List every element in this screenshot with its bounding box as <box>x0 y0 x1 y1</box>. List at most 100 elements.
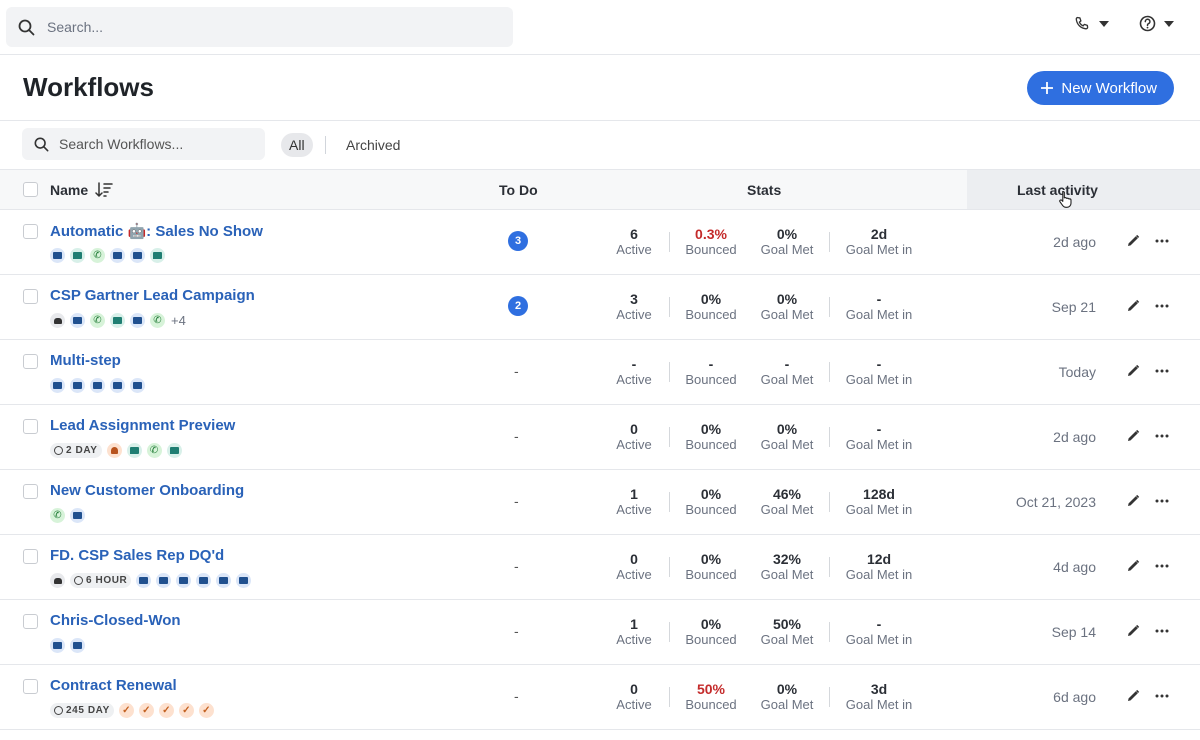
step-icons: 6 HOUR <box>50 573 252 588</box>
stat-goal-met-label: Goal Met <box>760 567 814 582</box>
row-checkbox[interactable] <box>23 614 38 629</box>
stat-goal-met-in: - Goal Met in <box>834 616 924 647</box>
divider <box>829 232 830 252</box>
sms-step-icon <box>126 443 142 458</box>
stat-goal-met-in-label: Goal Met in <box>845 372 913 387</box>
stat-goal-met-value: 0% <box>776 421 798 437</box>
workflow-name-link[interactable]: Lead Assignment Preview <box>50 417 235 434</box>
more-options-icon[interactable] <box>1154 624 1170 638</box>
page-header: Workflows New Workflow <box>0 55 1200 121</box>
workflow-search[interactable] <box>22 128 265 160</box>
clock-icon <box>74 576 83 585</box>
table-row[interactable]: Automatic 🤖: Sales No Show ✆ 3 6 Active 0… <box>0 210 1200 275</box>
select-all-checkbox[interactable] <box>23 182 38 197</box>
new-workflow-button[interactable]: New Workflow <box>1027 71 1174 105</box>
divider <box>829 622 830 642</box>
stat-goal-met-in-value: 2d <box>870 226 888 242</box>
stat-goal-met-in-label: Goal Met in <box>845 632 913 647</box>
more-options-icon[interactable] <box>1154 299 1170 313</box>
stat-goal-met-in-value: 128d <box>863 486 895 502</box>
top-bar <box>0 0 1200 55</box>
global-search-input[interactable] <box>47 19 447 35</box>
stat-goal-met-in: 3d Goal Met in <box>834 681 924 712</box>
sms-step-icon <box>110 313 125 328</box>
edit-icon[interactable] <box>1126 234 1140 248</box>
search-icon <box>18 19 35 35</box>
row-checkbox[interactable] <box>23 354 38 369</box>
task-step-icon: ✓ <box>178 703 194 718</box>
stat-goal-met-in-value: - <box>876 291 882 307</box>
stat-goal-met-label: Goal Met <box>760 502 814 517</box>
more-options-icon[interactable] <box>1154 364 1170 378</box>
stat-goal-met-in-label: Goal Met in <box>845 502 913 517</box>
task-step-icon: ✓ <box>118 703 134 718</box>
stat-goal-met-in: - Goal Met in <box>834 291 924 322</box>
filter-bar: All Archived <box>0 121 1200 169</box>
stat-goal-met-label: Goal Met <box>760 437 814 452</box>
column-header-stats[interactable]: Stats <box>747 182 781 198</box>
task-step-icon: ✓ <box>158 703 174 718</box>
stat-goal-met-label: Goal Met <box>760 372 814 387</box>
stat-goal-met-value: 46% <box>772 486 802 502</box>
column-header-todo[interactable]: To Do <box>499 182 538 198</box>
edit-icon[interactable] <box>1126 624 1140 638</box>
row-checkbox[interactable] <box>23 484 38 499</box>
row-checkbox[interactable] <box>23 289 38 304</box>
email-step-icon <box>130 313 145 328</box>
last-activity: 2d ago <box>1053 234 1096 250</box>
row-checkbox[interactable] <box>23 679 38 694</box>
filter-archived-tab[interactable]: Archived <box>346 133 400 157</box>
call-step-icon: ✆ <box>90 313 105 328</box>
todo-empty: - <box>514 493 519 509</box>
table-row[interactable]: Contract Renewal 245 DAY ✓ ✓ ✓ ✓ ✓ - 0 Ac… <box>0 665 1200 730</box>
email-step-icon <box>236 573 252 588</box>
more-options-icon[interactable] <box>1154 559 1170 573</box>
edit-icon[interactable] <box>1126 559 1140 573</box>
workflow-name-link[interactable]: Chris-Closed-Won <box>50 612 181 629</box>
edit-icon[interactable] <box>1126 689 1140 703</box>
table-row[interactable]: Lead Assignment Preview 2 DAY ✆ - 0 Activ… <box>0 405 1200 470</box>
row-checkbox[interactable] <box>23 549 38 564</box>
todo-empty: - <box>514 363 519 379</box>
global-search[interactable] <box>6 7 513 47</box>
row-checkbox[interactable] <box>23 419 38 434</box>
edit-icon[interactable] <box>1126 494 1140 508</box>
stat-goal-met-value: 32% <box>772 551 802 567</box>
wait-step-label: 245 DAY <box>66 705 110 716</box>
stat-goal-met-value: 50% <box>772 616 802 632</box>
todo-empty: - <box>514 688 519 704</box>
edit-icon[interactable] <box>1126 299 1140 313</box>
row-checkbox[interactable] <box>23 224 38 239</box>
column-header-name[interactable]: Name <box>50 182 88 198</box>
sort-icon[interactable] <box>95 182 113 198</box>
stat-goal-met-in-label: Goal Met in <box>845 697 913 712</box>
todo-empty: - <box>514 558 519 574</box>
filter-all-tab[interactable]: All <box>281 133 313 157</box>
todo-count-badge[interactable]: 3 <box>508 231 528 251</box>
stat-goal-met: 0% Goal Met <box>742 226 832 257</box>
workflow-search-input[interactable] <box>59 136 249 152</box>
workflow-name-link[interactable]: Contract Renewal <box>50 677 177 694</box>
edit-icon[interactable] <box>1126 364 1140 378</box>
help-menu[interactable] <box>1139 15 1174 32</box>
table-row[interactable]: New Customer Onboarding ✆ - 1 Active 0% Bo… <box>0 470 1200 535</box>
table-row[interactable]: FD. CSP Sales Rep DQ'd 6 HOUR - 0 Active … <box>0 535 1200 600</box>
table-row[interactable]: Chris-Closed-Won - 1 Active 0% Bounced 50%… <box>0 600 1200 665</box>
workflow-name-link[interactable]: Multi-step <box>50 352 121 369</box>
more-options-icon[interactable] <box>1154 494 1170 508</box>
workflow-name-link[interactable]: New Customer Onboarding <box>50 482 244 499</box>
table-row[interactable]: Multi-step - - Active - Bounced - Goal Met … <box>0 340 1200 405</box>
todo-count-badge[interactable]: 2 <box>508 296 528 316</box>
table-row[interactable]: CSP Gartner Lead Campaign ✆ ✆ +4 2 3 Acti… <box>0 275 1200 340</box>
workflow-name-link[interactable]: CSP Gartner Lead Campaign <box>50 287 255 304</box>
more-options-icon[interactable] <box>1154 429 1170 443</box>
more-options-icon[interactable] <box>1154 234 1170 248</box>
workflow-name-link[interactable]: FD. CSP Sales Rep DQ'd <box>50 547 224 564</box>
more-steps-count: +4 <box>171 313 186 328</box>
workflow-name-link[interactable]: Automatic 🤖: Sales No Show <box>50 222 263 240</box>
divider <box>829 362 830 382</box>
more-options-icon[interactable] <box>1154 689 1170 703</box>
edit-icon[interactable] <box>1126 429 1140 443</box>
divider <box>829 297 830 317</box>
phone-menu[interactable] <box>1073 15 1109 33</box>
